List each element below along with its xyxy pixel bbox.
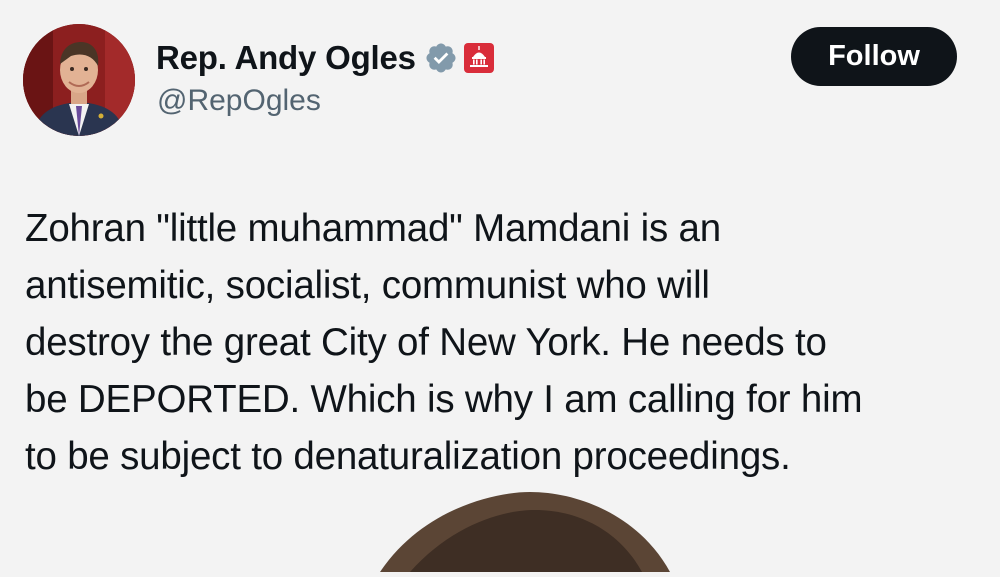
post-card: Rep. Andy Ogles @RepOgles Follow Zohran … <box>0 0 1000 572</box>
author-handle[interactable]: @RepOgles <box>157 84 321 118</box>
verified-badge-icon[interactable] <box>424 41 458 75</box>
avatar[interactable] <box>23 24 135 136</box>
capitol-building-icon[interactable] <box>463 43 494 73</box>
post-text-line: to be subject to denaturalization procee… <box>25 435 791 478</box>
post-media-image[interactable] <box>380 492 670 572</box>
post-text-line: antisemitic, socialist, communist who wi… <box>25 264 710 307</box>
author-display-name[interactable]: Rep. Andy Ogles <box>156 39 416 77</box>
author-name-row: Rep. Andy Ogles <box>156 36 494 80</box>
post-text-line: destroy the great City of New York. He n… <box>25 321 827 364</box>
post-text: Zohran "little muhammad" Mamdani is an a… <box>25 200 985 485</box>
post-text-line: Zohran "little muhammad" Mamdani is an <box>25 207 721 250</box>
post-text-line: be DEPORTED. Which is why I am calling f… <box>25 378 863 421</box>
follow-button[interactable]: Follow <box>791 27 957 86</box>
avatar-image <box>23 24 135 136</box>
